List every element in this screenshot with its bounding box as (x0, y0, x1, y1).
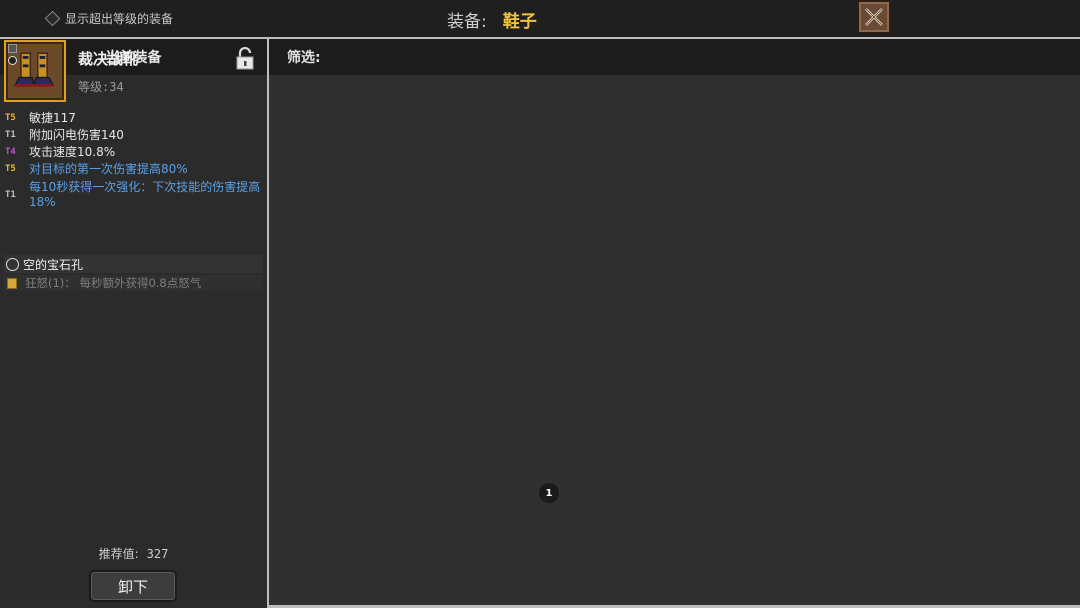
filter-label[interactable]: 筛选: (287, 47, 321, 67)
equip-slot-value: 鞋子 (502, 11, 537, 32)
item-level: 等级:34 (78, 80, 124, 94)
tier-badge: T1 (5, 130, 16, 140)
boots-icon (14, 52, 54, 87)
affix-text: 敏捷117 (29, 111, 76, 125)
show-over-level-toggle[interactable]: 显示超出等级的装备 (44, 8, 173, 28)
affix-row: T1 每10秒获得一次强化：下次技能的伤害提高18% (0, 178, 264, 210)
close-icon (865, 8, 883, 26)
affix-row: T1 附加闪电伤害140 (0, 127, 264, 144)
boots-item-icon[interactable] (4, 40, 66, 102)
set-bonus-text: 狂怒(1)： 每秒额外获得0.8点怒气 (25, 276, 202, 290)
filter-bar: 筛选: (269, 39, 1080, 75)
unequip-button[interactable]: 卸下 (89, 570, 177, 602)
set-bonus-row: 狂怒(1)： 每秒额外获得0.8点怒气 (4, 275, 263, 291)
empty-gem-socket-row[interactable]: 空的宝石孔 (4, 255, 263, 273)
recommend-score: 推荐值: 327 (0, 545, 267, 562)
empty-socket-icon (6, 257, 19, 271)
affix-row: T5 敏捷117 (0, 110, 264, 127)
recommend-value: 327 (146, 547, 169, 561)
affix-list: T5 敏捷117 T1 附加闪电伤害140 T4 攻击速度10.8% T5 对目… (0, 110, 264, 210)
equip-slot-key: 装备: (447, 11, 487, 32)
unlock-icon[interactable] (235, 47, 255, 71)
recommend-label: 推荐值: (98, 547, 139, 561)
close-button[interactable] (857, 0, 891, 34)
book-icon (7, 277, 17, 289)
tier-badge: T5 (5, 164, 16, 174)
tier-badge: T1 (5, 190, 16, 200)
tier-badge: T5 (5, 113, 16, 123)
top-bar: 显示超出等级的装备 装备: 鞋子 (0, 0, 1080, 38)
affix-row: T4 攻击速度10.8% (0, 144, 264, 161)
equipment-list-area (269, 75, 1080, 608)
affix-row: T5 对目标的第一次伤害提高80% (0, 161, 264, 178)
tier-badge: T4 (5, 147, 16, 157)
affix-text: 附加闪电伤害140 (29, 128, 124, 142)
show-over-level-label: 显示超出等级的装备 (65, 11, 174, 26)
page-indicator[interactable]: 1 (539, 483, 559, 503)
diamond-checkbox-icon[interactable] (44, 10, 61, 26)
item-name: 裁决战靴 (78, 50, 139, 68)
affix-text: 每10秒获得一次强化：下次技能的伤害提高18% (29, 180, 261, 209)
affix-text: 对目标的第一次伤害提高80% (29, 162, 188, 176)
empty-gem-socket-label: 空的宝石孔 (23, 257, 84, 272)
equip-slot-title: 装备: 鞋子 (447, 6, 537, 32)
affix-text: 攻击速度10.8% (29, 145, 116, 159)
